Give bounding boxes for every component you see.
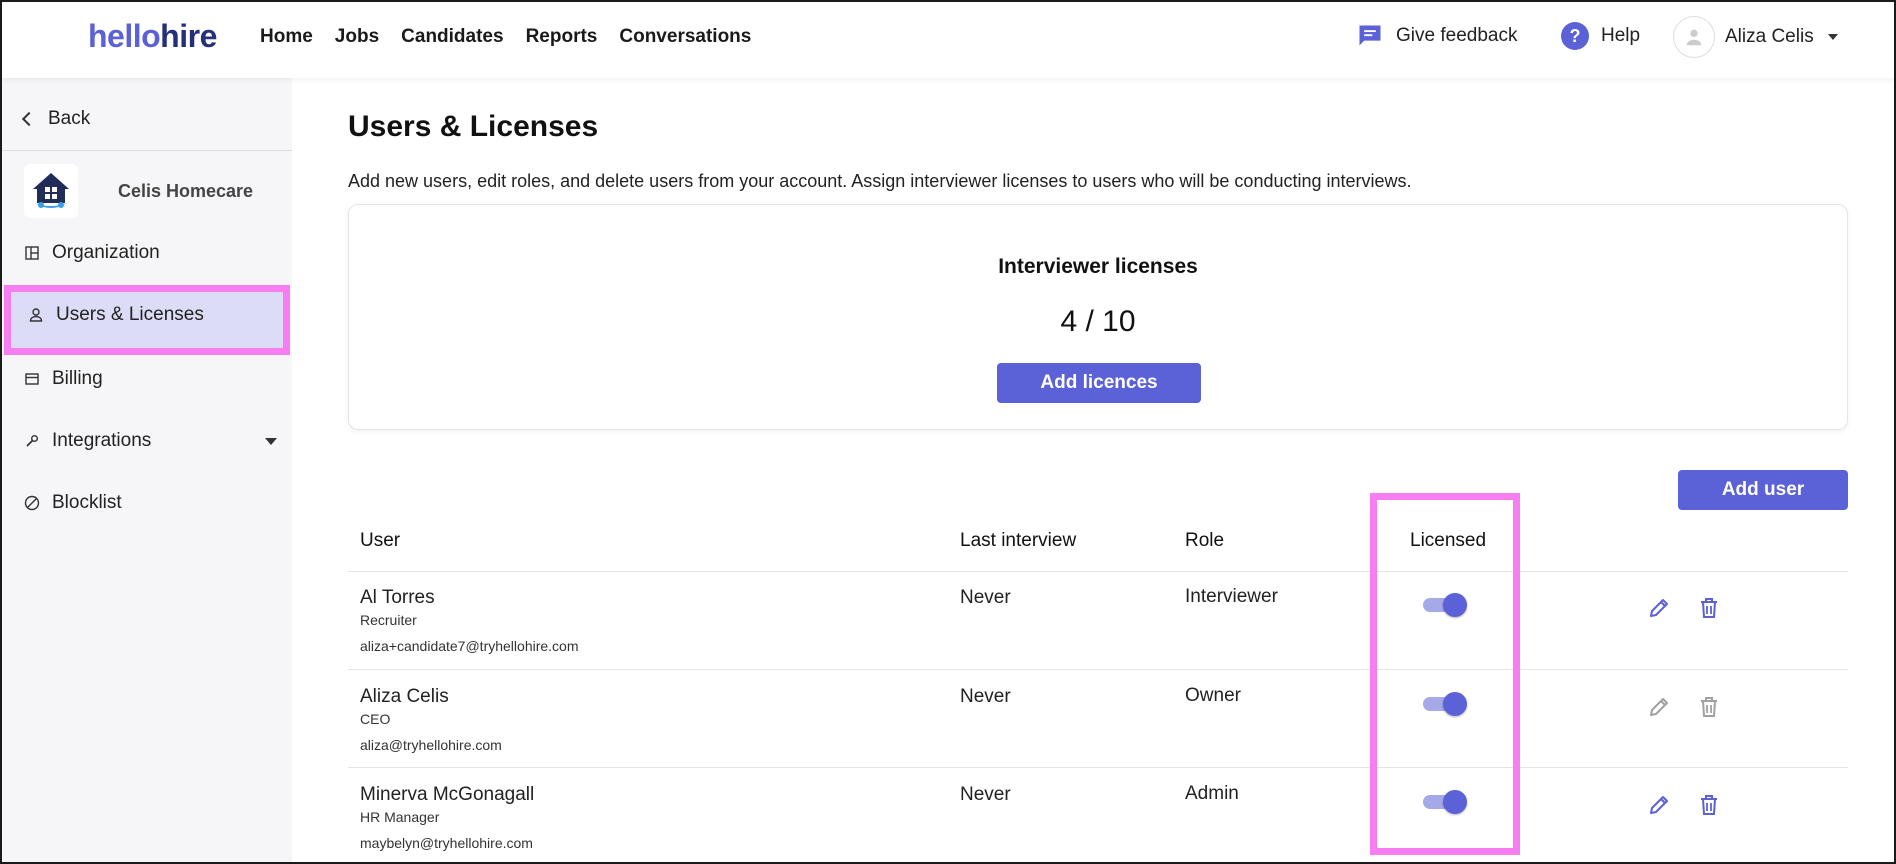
last-interview: Never [960,784,1011,805]
licenses-title: Interviewer licenses [998,255,1198,278]
org-name: Celis Homecare [118,180,254,201]
trash-icon [1701,795,1717,815]
sidebar-item-label: Billing [52,368,103,389]
column-header-role: Role [1185,530,1225,551]
user-job-title: CEO [360,711,391,727]
user-name: Al Torres [360,587,435,608]
top-bar: hellohire Home Jobs Candidates Reports C… [0,0,1896,78]
last-interview: Never [960,587,1011,608]
page-description: Add new users, edit roles, and delete us… [348,171,1412,191]
sidebar-item-label: Organization [52,242,160,263]
main-nav: Home Jobs Candidates Reports Conversatio… [260,26,773,48]
help-label: Help [1601,25,1641,46]
sidebar-item-label: Integrations [52,430,152,451]
card-icon [24,371,40,387]
sidebar-item-billing[interactable]: Billing [24,368,103,390]
nav-candidates[interactable]: Candidates [401,26,503,48]
licenses-count: 4 / 10 [1060,305,1136,338]
avatar [1673,16,1715,58]
edit-button[interactable] [1646,792,1672,818]
sidebar-item-organization[interactable]: Organization [24,242,160,264]
chevron-down-icon[interactable] [265,438,277,445]
back-label: Back [48,108,91,129]
user-email: aliza@tryhellohire.com [360,737,502,753]
licenses-card: Interviewer licenses 4 / 10 Add licences [348,204,1848,430]
block-icon [24,495,40,511]
nav-home[interactable]: Home [260,26,313,48]
divider [2,150,292,151]
help-icon: ? [1561,22,1589,50]
nav-jobs[interactable]: Jobs [335,26,379,48]
pencil-icon [1650,796,1668,814]
delete-button[interactable] [1696,595,1722,621]
user-job-title: Recruiter [360,612,417,628]
delete-button-disabled [1696,694,1722,720]
highlight-box-sidebar [4,285,290,355]
role: Admin [1185,783,1239,804]
user-name: Aliza Celis [1725,26,1814,47]
highlight-box-licensed-column [1370,493,1520,855]
person-icon [1686,29,1702,46]
hellohire-logo[interactable]: hellohire [88,18,217,54]
column-header-last-interview: Last interview [960,530,1077,551]
edit-button[interactable] [1646,595,1672,621]
add-user-button[interactable]: Add user [1678,470,1848,510]
nav-reports[interactable]: Reports [526,26,598,48]
divider [348,767,1848,768]
page-title: Users & Licenses [348,110,599,143]
user-name: Minerva McGonagall [360,784,535,805]
delete-button[interactable] [1696,792,1722,818]
chevron-left-icon [21,111,37,127]
layout-icon [24,245,40,261]
trash-icon [1701,598,1717,618]
user-job-title: HR Manager [360,809,440,825]
role: Owner [1185,685,1241,706]
edit-button-disabled [1646,694,1672,720]
user-name: Aliza Celis [360,686,449,707]
org-logo [24,164,78,218]
divider [348,571,1848,572]
pencil-icon [1650,698,1668,716]
column-header-user: User [360,530,401,551]
sidebar-item-integrations[interactable]: Integrations [24,430,151,452]
house-logo-icon [33,173,69,208]
help-button[interactable]: ? Help [1561,22,1640,50]
sidebar-item-label: Blocklist [52,492,122,513]
user-menu[interactable]: Aliza Celis [1673,16,1838,58]
user-email: maybelyn@tryhellohire.com [360,835,533,851]
pencil-icon [1650,599,1668,617]
feedback-icon [1359,25,1381,46]
user-email: aliza+candidate7@tryhellohire.com [360,638,579,654]
nav-conversations[interactable]: Conversations [619,26,751,48]
back-link[interactable]: Back [21,108,91,130]
divider [348,669,1848,670]
feedback-label: Give feedback [1396,25,1518,46]
chevron-down-icon [1827,34,1838,40]
sidebar-item-blocklist[interactable]: Blocklist [24,492,122,514]
organization-header: Celis Homecare [24,164,253,218]
trash-icon [1701,697,1717,717]
sidebar: Back Celis Homecare Organization Users &… [2,78,292,862]
add-licences-button[interactable]: Add licences [997,363,1201,403]
wrench-icon [24,433,40,449]
role: Interviewer [1185,586,1278,607]
last-interview: Never [960,686,1011,707]
give-feedback-button[interactable]: Give feedback [1356,22,1517,50]
